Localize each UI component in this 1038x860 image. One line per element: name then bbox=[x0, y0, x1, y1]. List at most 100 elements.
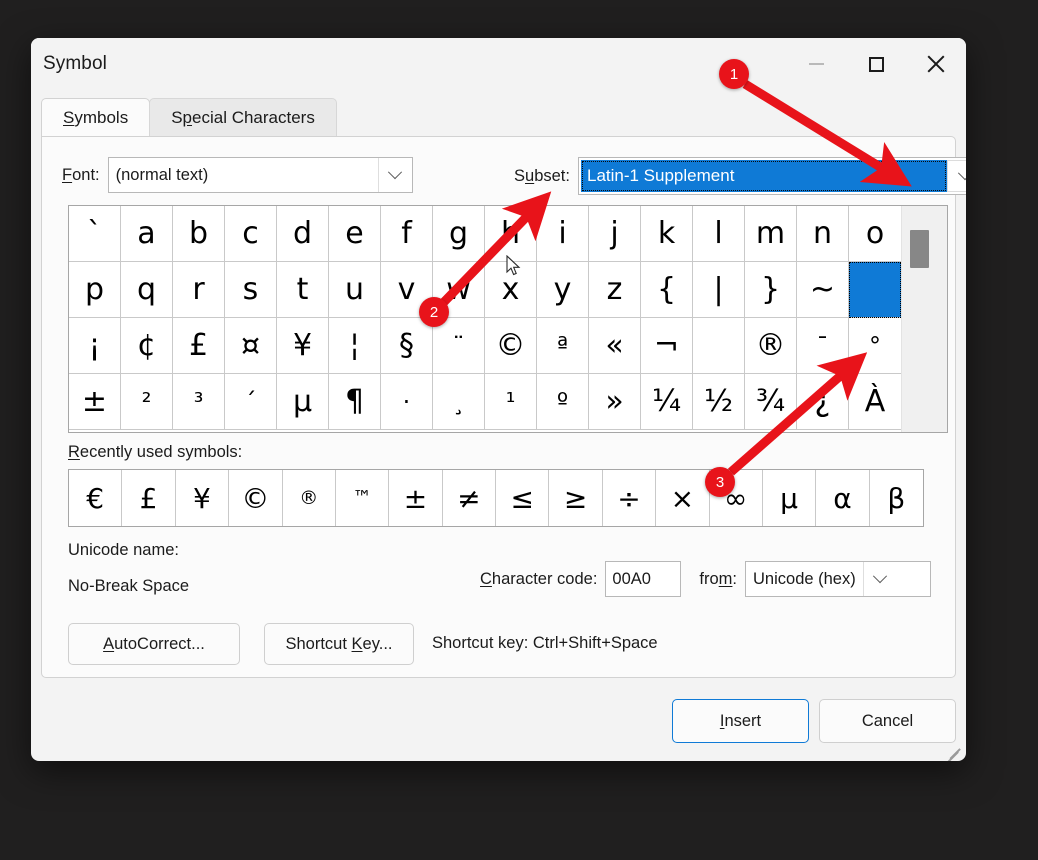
shortcut-key-button[interactable]: Shortcut Key... bbox=[264, 623, 414, 665]
character-cell[interactable]: ° bbox=[849, 318, 901, 374]
recent-symbol-cell[interactable]: α bbox=[816, 470, 870, 526]
character-cell[interactable]: ~ bbox=[797, 262, 849, 318]
character-cell[interactable]: e bbox=[329, 206, 381, 262]
mouse-cursor-icon bbox=[506, 255, 521, 276]
character-cell[interactable]: ¤ bbox=[225, 318, 277, 374]
character-grid[interactable]: ` a b c d e f g h i j k l m n o p q r s t u v w x y z{|} ~ ¡ ¢ £ ¤ ¥ ¦ § ¨ ©… bbox=[69, 206, 901, 432]
character-cell[interactable]: ´ bbox=[225, 374, 277, 430]
character-cell[interactable]: d bbox=[277, 206, 329, 262]
character-cell[interactable]: b bbox=[173, 206, 225, 262]
recent-symbol-cell[interactable]: ± bbox=[389, 470, 443, 526]
scrollbar-thumb[interactable] bbox=[910, 230, 929, 268]
character-cell[interactable]: ¸ bbox=[433, 374, 485, 430]
character-cell[interactable]: ¥ bbox=[277, 318, 329, 374]
subset-dropdown-button[interactable] bbox=[946, 160, 966, 192]
recent-symbol-cell[interactable]: ¥ bbox=[176, 470, 230, 526]
tab-symbols[interactable]: Symbols bbox=[41, 98, 151, 136]
character-cell[interactable]: t bbox=[277, 262, 329, 318]
subset-combobox[interactable]: Latin-1 Supplement bbox=[577, 157, 966, 195]
character-cell[interactable]: o bbox=[849, 206, 901, 262]
character-cell[interactable]: s bbox=[225, 262, 277, 318]
recent-symbol-cell[interactable]: ÷ bbox=[603, 470, 657, 526]
tab-special-characters[interactable]: Special Characters bbox=[149, 98, 337, 136]
character-cell[interactable]: ¼ bbox=[641, 374, 693, 430]
recent-symbol-cell[interactable]: © bbox=[229, 470, 283, 526]
character-cell[interactable]: h bbox=[485, 206, 537, 262]
from-combobox[interactable]: Unicode (hex) bbox=[745, 561, 932, 597]
character-cell[interactable]: r bbox=[173, 262, 225, 318]
character-cell[interactable]: ¡ bbox=[69, 318, 121, 374]
cancel-button[interactable]: Cancel bbox=[819, 699, 956, 743]
character-cell[interactable]: § bbox=[381, 318, 433, 374]
character-cell[interactable]: p bbox=[69, 262, 121, 318]
character-code-input[interactable]: 00A0 bbox=[605, 561, 682, 597]
character-cell[interactable]: i bbox=[537, 206, 589, 262]
character-cell[interactable]: ² bbox=[121, 374, 173, 430]
character-cell[interactable]: ¦ bbox=[329, 318, 381, 374]
page-title: Symbol bbox=[43, 53, 107, 74]
recently-used-grid[interactable]: € £ ¥ © ® ™ ± ≠ ≤ ≥ ÷ × ∞ μ α β bbox=[68, 469, 924, 527]
minimize-button[interactable] bbox=[786, 38, 846, 90]
character-cell[interactable]: £ bbox=[173, 318, 225, 374]
close-icon bbox=[926, 54, 946, 74]
character-cell[interactable]: À bbox=[849, 374, 901, 430]
resize-grip[interactable] bbox=[944, 740, 962, 761]
recent-symbol-cell[interactable]: ≤ bbox=[496, 470, 550, 526]
character-cell[interactable]: ¹ bbox=[485, 374, 537, 430]
recent-symbol-cell[interactable]: ™ bbox=[336, 470, 390, 526]
character-cell[interactable]: ¯ bbox=[797, 318, 849, 374]
character-cell[interactable]: « bbox=[589, 318, 641, 374]
character-cell[interactable]: » bbox=[589, 374, 641, 430]
character-cell[interactable]: } bbox=[745, 262, 797, 318]
character-cell[interactable]: z bbox=[589, 262, 641, 318]
close-button[interactable] bbox=[906, 38, 966, 90]
character-cell[interactable]: ³ bbox=[173, 374, 225, 430]
character-cell[interactable]: ­ bbox=[693, 318, 745, 374]
character-cell[interactable]: ¾ bbox=[745, 374, 797, 430]
recent-symbol-cell[interactable]: ® bbox=[283, 470, 336, 526]
character-cell[interactable]: ¨ bbox=[433, 318, 485, 374]
character-cell[interactable]: ½ bbox=[693, 374, 745, 430]
font-combobox[interactable]: (normal text) bbox=[107, 157, 413, 193]
character-cell[interactable]: © bbox=[485, 318, 537, 374]
character-cell[interactable]: º bbox=[537, 374, 589, 430]
recent-symbol-cell[interactable]: × bbox=[656, 470, 710, 526]
recent-symbol-cell[interactable]: £ bbox=[122, 470, 176, 526]
character-cell[interactable]: j bbox=[589, 206, 641, 262]
character-cell[interactable]: l bbox=[693, 206, 745, 262]
font-dropdown-button[interactable] bbox=[377, 158, 412, 192]
character-cell[interactable]: c bbox=[225, 206, 277, 262]
character-cell[interactable]: ¬ bbox=[641, 318, 693, 374]
character-cell[interactable]: n bbox=[797, 206, 849, 262]
character-cell[interactable]: ` bbox=[69, 206, 121, 262]
character-cell[interactable]: ¢ bbox=[121, 318, 173, 374]
character-cell[interactable]: k bbox=[641, 206, 693, 262]
recent-symbol-cell[interactable]: ≥ bbox=[549, 470, 603, 526]
character-cell[interactable]: a bbox=[121, 206, 173, 262]
character-cell[interactable]: ¶ bbox=[329, 374, 381, 430]
character-cell[interactable]: ¿ bbox=[797, 374, 849, 430]
maximize-button[interactable] bbox=[846, 38, 906, 90]
recent-symbol-cell[interactable]: μ bbox=[763, 470, 817, 526]
character-cell[interactable]: ± bbox=[69, 374, 121, 430]
character-cell[interactable]: | bbox=[693, 262, 745, 318]
character-cell[interactable]: { bbox=[641, 262, 693, 318]
character-cell[interactable]: ® bbox=[745, 318, 797, 374]
character-cell[interactable]: u bbox=[329, 262, 381, 318]
character-cell[interactable]: y bbox=[537, 262, 589, 318]
character-cell[interactable]: µ bbox=[277, 374, 329, 430]
character-cell[interactable]: g bbox=[433, 206, 485, 262]
autocorrect-button[interactable]: AutoCorrect... bbox=[68, 623, 240, 665]
recent-symbol-cell[interactable]: β bbox=[870, 470, 923, 526]
character-grid-scrollbar[interactable] bbox=[901, 206, 947, 432]
character-cell[interactable]: q bbox=[121, 262, 173, 318]
recent-symbol-cell[interactable]: ≠ bbox=[443, 470, 496, 526]
character-cell[interactable] bbox=[849, 262, 901, 318]
insert-button[interactable]: Insert bbox=[672, 699, 809, 743]
recent-symbol-cell[interactable]: € bbox=[69, 470, 123, 526]
character-cell[interactable]: m bbox=[745, 206, 797, 262]
from-dropdown-button[interactable] bbox=[862, 562, 897, 596]
character-cell[interactable]: f bbox=[381, 206, 433, 262]
character-cell[interactable]: · bbox=[381, 374, 433, 430]
character-cell[interactable]: ª bbox=[537, 318, 589, 374]
